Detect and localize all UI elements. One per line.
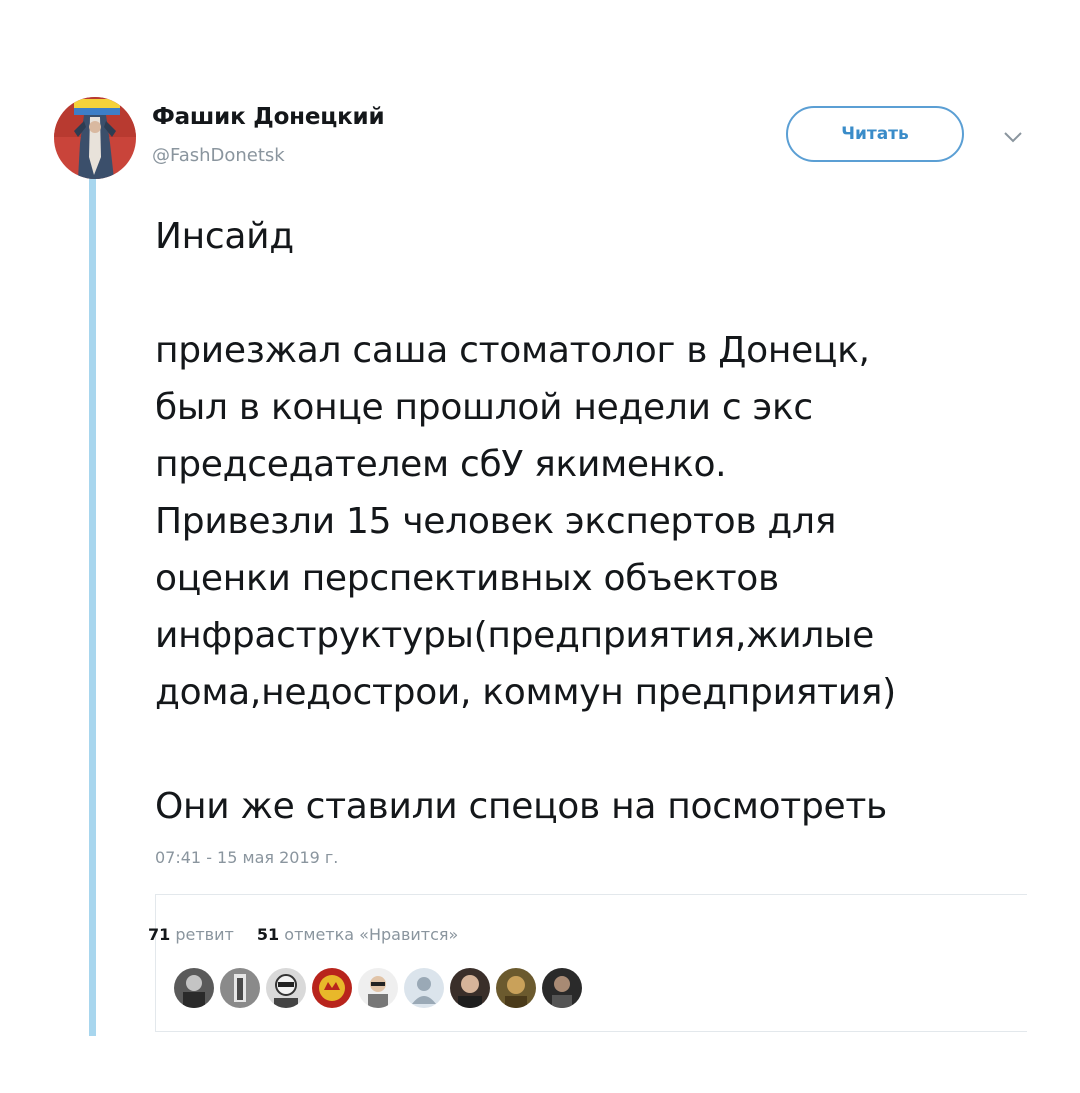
avatar-photo-icon [542,968,582,1008]
avatar-photo-icon [266,968,306,1008]
retweets-stat[interactable]: 71 ретвит [148,925,234,944]
avatar-photo-icon [220,968,260,1008]
tweet-line: приезжал саша стоматолог в Донецк, [155,330,870,371]
liker-avatar[interactable] [266,968,306,1008]
likes-label: отметка «Нравится» [284,925,459,944]
liker-avatar[interactable] [358,968,398,1008]
retweets-count: 71 [148,925,171,944]
avatar-photo-icon [450,968,490,1008]
liker-avatar[interactable] [542,968,582,1008]
tweet-line: председателем сбУ якименко. [155,444,727,485]
retweets-label: ретвит [175,925,234,944]
tweet-line: был в конце прошлой недели с экс [155,387,813,428]
liker-avatar[interactable] [220,968,260,1008]
likes-count: 51 [256,925,280,944]
tweet-line: дома,недострои, коммун предприятия) [155,672,896,713]
tweet-timestamp[interactable]: 07:41 - 15 мая 2019 г. [155,848,338,867]
likers-list [174,968,582,1008]
tweet-paragraph: приезжал саша стоматолог в Донецк, был в… [155,322,1060,721]
tweet-text: Инсайд приезжал саша стоматолог в Донецк… [155,208,1060,835]
liker-avatar[interactable] [450,968,490,1008]
avatar-emblem-icon [312,968,352,1008]
tweet-line: оценки перспективных объектов [155,558,779,599]
follow-button[interactable]: Читать [786,106,964,162]
liker-avatar[interactable] [496,968,536,1008]
author-name[interactable]: Фашик Донецкий [152,104,385,130]
thread-line [89,178,96,1036]
tweet-line: инфраструктуры(предприятия,жилые [155,615,875,656]
avatar-flag-figure-icon [54,97,136,179]
avatar-photo-icon [174,968,214,1008]
likes-stat[interactable]: 51 отметка «Нравится» [257,925,458,944]
tweet-paragraph: Они же ставили спецов на посмотреть [155,778,1060,835]
tweet-line: Инсайд [155,216,294,257]
avatar-photo-icon [358,968,398,1008]
divider [155,1031,1027,1032]
divider [155,895,156,1031]
liker-avatar[interactable] [404,968,444,1008]
tweet-line: Привезли 15 человек экспертов для [155,501,837,542]
liker-avatar[interactable] [312,968,352,1008]
author-handle[interactable]: @FashDonetsk [152,145,285,166]
tweet-paragraph: Инсайд [155,208,1060,265]
avatar-photo-icon [496,968,536,1008]
author-avatar[interactable] [54,97,136,179]
tweet-stats: 71 ретвит 51 отметка «Нравится» [148,925,476,944]
chevron-down-icon[interactable] [1003,130,1023,144]
avatar-default-icon [404,968,444,1008]
tweet-line: Они же ставили спецов на посмотреть [155,786,887,827]
liker-avatar[interactable] [174,968,214,1008]
divider [155,894,1027,895]
